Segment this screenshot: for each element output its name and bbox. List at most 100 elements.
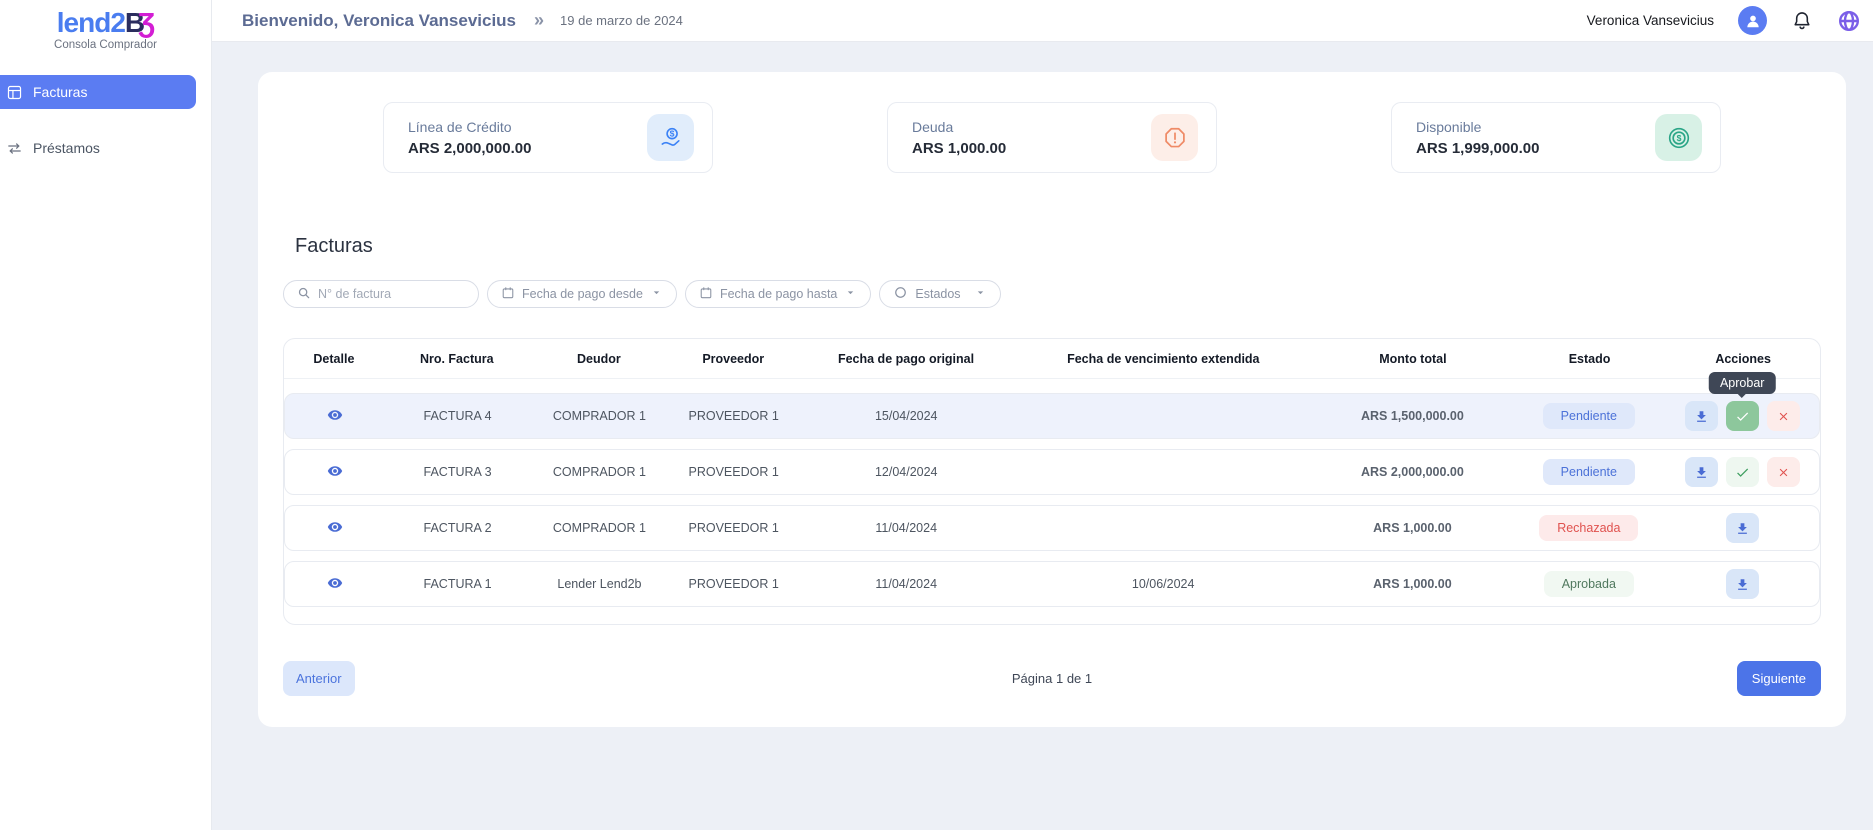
card-value: ARS 2,000,000.00 — [408, 140, 531, 157]
cell-deudor: Lender Lend2b — [530, 577, 668, 591]
sidebar-nav: Facturas Préstamos — [0, 75, 211, 165]
download-button[interactable] — [1685, 457, 1718, 487]
invoice-filters: Fecha de pago desde Fecha de pago hasta — [283, 280, 1821, 308]
available-card: Disponible ARS 1,999,000.00 $ — [1391, 102, 1721, 173]
calendar-icon — [699, 286, 713, 303]
column-header-monto: Monto total — [1313, 352, 1513, 366]
breadcrumb-chevrons: » — [534, 10, 544, 31]
card-label: Disponible — [1416, 119, 1539, 135]
column-header-acciones: Acciones — [1666, 352, 1820, 366]
logo-part-lend: lend — [57, 7, 111, 38]
column-header-estado: Estado — [1513, 352, 1667, 366]
card-value: ARS 1,000.00 — [912, 140, 1006, 157]
table-row-factura-2: FACTURA 2 COMPRADOR 1 PROVEEDOR 1 11/04/… — [284, 505, 1820, 551]
download-button[interactable] — [1685, 401, 1718, 431]
cell-fecha-pago: 15/04/2024 — [799, 409, 1014, 423]
status-circle-icon — [893, 285, 908, 303]
user-avatar[interactable] — [1738, 6, 1767, 35]
invoices-section-title: Facturas — [295, 235, 1821, 258]
view-detail-button[interactable] — [327, 463, 343, 479]
invoices-icon — [6, 84, 23, 101]
filter-label: Fecha de pago hasta — [720, 287, 837, 301]
table-row-factura-3: FACTURA 3 COMPRADOR 1 PROVEEDOR 1 12/04/… — [284, 449, 1820, 495]
alert-icon — [1151, 114, 1198, 161]
reject-button[interactable] — [1767, 401, 1800, 431]
cell-deudor: COMPRADOR 1 — [530, 465, 668, 479]
sidebar-item-prestamos[interactable]: Préstamos — [0, 131, 196, 165]
table-body: FACTURA 4 COMPRADOR 1 PROVEEDOR 1 15/04/… — [284, 379, 1820, 624]
chevron-down-icon — [974, 286, 987, 302]
debt-texts: Deuda ARS 1,000.00 — [912, 119, 1006, 157]
user-name: Veronica Vansevicius — [1587, 13, 1714, 28]
cell-proveedor: PROVEEDOR 1 — [668, 521, 798, 535]
cell-nro-factura: FACTURA 2 — [385, 521, 531, 535]
available-texts: Disponible ARS 1,999,000.00 — [1416, 119, 1539, 157]
page-content: Línea de Crédito ARS 2,000,000.00 $ Deud… — [212, 42, 1873, 830]
column-header-deudor: Deudor — [530, 352, 668, 366]
cell-fecha-pago: 12/04/2024 — [799, 465, 1014, 479]
view-detail-button[interactable] — [327, 575, 343, 591]
sidebar-item-label: Préstamos — [33, 140, 100, 156]
view-detail-button[interactable] — [327, 519, 343, 535]
status-badge: Pendiente — [1543, 403, 1635, 429]
download-button[interactable] — [1726, 513, 1759, 543]
logo-part-2: 2 — [110, 7, 125, 38]
table-row-factura-1: FACTURA 1 Lender Lend2b PROVEEDOR 1 11/0… — [284, 561, 1820, 607]
cell-proveedor: PROVEEDOR 1 — [668, 577, 798, 591]
brand-logo-text: lend2BƷ — [0, 8, 211, 37]
cell-nro-factura: FACTURA 3 — [385, 465, 531, 479]
cell-proveedor: PROVEEDOR 1 — [668, 409, 798, 423]
search-input[interactable] — [318, 287, 443, 301]
sidebar-item-facturas[interactable]: Facturas — [0, 75, 196, 109]
next-page-button[interactable]: Siguiente — [1737, 661, 1821, 696]
brand-subtitle: Consola Comprador — [0, 39, 211, 51]
card-label: Deuda — [912, 119, 1006, 135]
sidebar: lend2BƷ Consola Comprador Facturas Prést… — [0, 0, 212, 830]
hand-coin-icon: $ — [647, 114, 694, 161]
column-header-proveedor: Proveedor — [668, 352, 799, 366]
pagination: Anterior Página 1 de 1 Siguiente — [283, 661, 1821, 696]
cell-fecha-vencimiento: 10/06/2024 — [1014, 577, 1313, 591]
filter-estados[interactable]: Estados — [879, 280, 1000, 308]
column-header-fecha-pago: Fecha de pago original — [799, 352, 1014, 366]
cell-nro-factura: FACTURA 4 — [385, 409, 531, 423]
main-panel: Línea de Crédito ARS 2,000,000.00 $ Deud… — [258, 72, 1846, 727]
language-globe-icon[interactable] — [1837, 9, 1861, 33]
table-header-row: Detalle Nro. Factura Deudor Proveedor Fe… — [284, 339, 1820, 379]
filter-label: Estados — [915, 287, 960, 301]
debt-card: Deuda ARS 1,000.00 — [887, 102, 1217, 173]
column-header-detalle: Detalle — [284, 352, 384, 366]
card-value: ARS 1,999,000.00 — [1416, 140, 1539, 157]
previous-page-button[interactable]: Anterior — [283, 661, 355, 696]
cell-monto: ARS 1,500,000.00 — [1313, 409, 1512, 423]
column-header-fecha-vencimiento: Fecha de vencimiento extendida — [1014, 352, 1314, 366]
brand-logo: lend2BƷ Consola Comprador — [0, 0, 211, 51]
view-detail-button[interactable] — [327, 407, 343, 423]
cell-proveedor: PROVEEDOR 1 — [668, 465, 798, 479]
topbar: Bienvenido, Veronica Vansevicius » 19 de… — [212, 0, 1873, 42]
credit-line-card: Línea de Crédito ARS 2,000,000.00 $ — [383, 102, 713, 173]
chevron-down-icon — [844, 286, 857, 302]
svg-text:$: $ — [669, 128, 674, 138]
cell-monto: ARS 1,000.00 — [1313, 521, 1512, 535]
table-row-factura-4: FACTURA 4 COMPRADOR 1 PROVEEDOR 1 15/04/… — [284, 393, 1820, 439]
cell-deudor: COMPRADOR 1 — [530, 521, 668, 535]
status-badge: Pendiente — [1543, 459, 1635, 485]
approve-button[interactable] — [1726, 401, 1759, 431]
calendar-icon — [501, 286, 515, 303]
reject-button[interactable] — [1767, 457, 1800, 487]
app-root: lend2BƷ Consola Comprador Facturas Prést… — [0, 0, 1873, 830]
topbar-right: Veronica Vansevicius — [1587, 6, 1861, 35]
cell-nro-factura: FACTURA 1 — [385, 577, 531, 591]
search-icon — [297, 286, 311, 303]
invoice-search[interactable] — [283, 280, 479, 308]
filter-fecha-pago-desde[interactable]: Fecha de pago desde — [487, 280, 677, 308]
cell-monto: ARS 1,000.00 — [1313, 577, 1512, 591]
download-button[interactable] — [1726, 569, 1759, 599]
svg-text:$: $ — [1676, 133, 1681, 143]
approve-button[interactable] — [1726, 457, 1759, 487]
approve-tooltip: Aprobar — [1709, 372, 1775, 394]
welcome-title: Bienvenido, Veronica Vansevicius — [242, 11, 516, 31]
filter-fecha-pago-hasta[interactable]: Fecha de pago hasta — [685, 280, 871, 308]
notifications-bell-icon[interactable] — [1791, 10, 1813, 32]
